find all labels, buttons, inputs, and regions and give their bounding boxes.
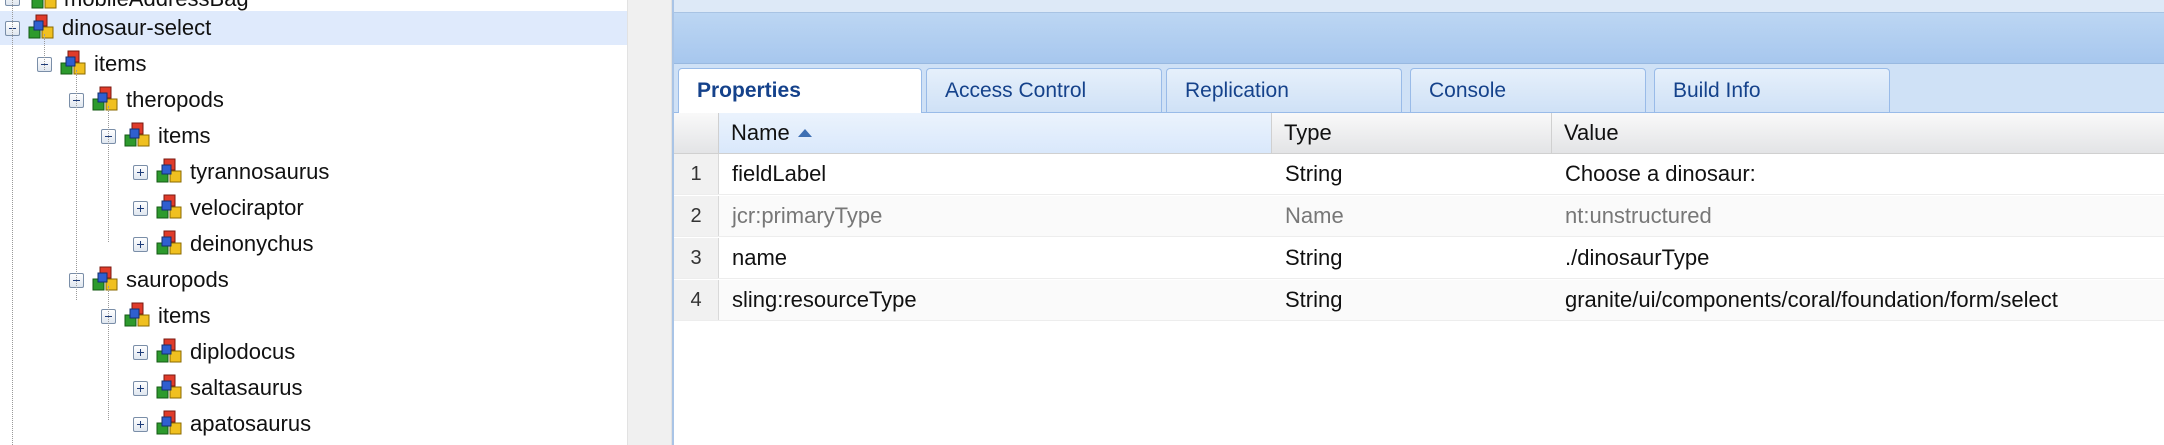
tree-node[interactable]: apatosaurus bbox=[0, 407, 627, 441]
node-cubes-icon bbox=[156, 410, 182, 435]
tree-node-label: sauropods bbox=[126, 267, 229, 292]
node-cubes-icon bbox=[156, 158, 182, 183]
tree-connector bbox=[108, 286, 109, 420]
expand-icon[interactable] bbox=[133, 201, 148, 216]
table-row[interactable]: 4 sling:resourceType String granite/ui/comp… bbox=[674, 280, 2164, 321]
tab-build-info[interactable]: Build Info bbox=[1654, 68, 1890, 112]
row-number: 3 bbox=[674, 238, 719, 278]
tree-node-label: velociraptor bbox=[190, 195, 304, 220]
tab-console[interactable]: Console bbox=[1410, 68, 1646, 112]
expand-icon[interactable] bbox=[133, 237, 148, 252]
tree-node[interactable]: diplodocus bbox=[0, 335, 627, 369]
column-header-value[interactable]: Value bbox=[1552, 113, 2164, 153]
expand-icon[interactable] bbox=[133, 345, 148, 360]
table-row[interactable]: 3 name String ./dinosaurType bbox=[674, 238, 2164, 279]
tree-node-label: deinonychus bbox=[190, 231, 314, 256]
cell-type[interactable]: String bbox=[1285, 280, 1342, 320]
tree-node[interactable]: items bbox=[0, 299, 627, 333]
tree-connector bbox=[108, 106, 109, 242]
tree-node[interactable]: deinonychus bbox=[0, 227, 627, 261]
table-row[interactable]: 1 fieldLabel String Choose a dinosaur: bbox=[674, 154, 2164, 195]
panel-splitter[interactable] bbox=[627, 0, 672, 445]
column-header-label: Value bbox=[1564, 120, 1619, 145]
panel-topbar bbox=[674, 0, 2164, 13]
tree-node-label: apatosaurus bbox=[190, 411, 312, 436]
tree-node[interactable]: items bbox=[0, 47, 627, 81]
cell-type[interactable]: String bbox=[1285, 238, 1342, 278]
cell-type[interactable]: Name bbox=[1285, 196, 1344, 236]
tree-node-label: items bbox=[94, 51, 147, 76]
content-tree[interactable]: mobileAddressBag dinosaur-selectitemsthe… bbox=[0, 0, 627, 445]
tree-node-label: dinosaur-select bbox=[62, 15, 212, 40]
cell-name[interactable]: name bbox=[732, 238, 787, 278]
tab-label: Properties bbox=[697, 79, 801, 102]
tree-node[interactable]: saltasaurus bbox=[0, 371, 627, 405]
tree-node[interactable]: dinosaur-select bbox=[0, 11, 627, 45]
sort-ascending-icon bbox=[797, 129, 812, 137]
row-number: 4 bbox=[674, 280, 719, 320]
tab-access-control[interactable]: Access Control bbox=[926, 68, 1162, 112]
tree-node[interactable]: tyrannosaurus bbox=[0, 155, 627, 189]
tree-node-label: diplodocus bbox=[190, 339, 296, 364]
tab-strip: Properties Access Control Replication Co… bbox=[674, 64, 2164, 113]
column-header-label: Name bbox=[731, 120, 790, 145]
tree-node-label: theropods bbox=[126, 87, 224, 112]
tree-connector bbox=[44, 34, 45, 70]
tree-node[interactable]: theropods bbox=[0, 83, 627, 117]
cell-value[interactable]: nt:unstructured bbox=[1565, 196, 1712, 236]
tab-replication[interactable]: Replication bbox=[1166, 68, 1402, 112]
cell-name[interactable]: fieldLabel bbox=[732, 154, 826, 194]
cell-value[interactable]: Choose a dinosaur: bbox=[1565, 154, 1756, 194]
properties-grid: Name Type Value 1 fieldLabel String Choose … bbox=[674, 113, 2164, 445]
properties-panel: Properties Access Control Replication Co… bbox=[672, 0, 2164, 445]
tab-properties[interactable]: Properties bbox=[678, 68, 922, 113]
node-cubes-icon bbox=[156, 230, 182, 255]
tree-node[interactable]: velociraptor bbox=[0, 191, 627, 225]
tab-label: Access Control bbox=[945, 78, 1087, 102]
grid-header: Name Type Value bbox=[674, 113, 2164, 154]
tab-label: Replication bbox=[1185, 78, 1289, 102]
column-header-label: Type bbox=[1284, 120, 1332, 145]
table-row[interactable]: 2 jcr:primaryType Name nt:unstructured bbox=[674, 196, 2164, 237]
cell-name[interactable]: sling:resourceType bbox=[732, 280, 917, 320]
tree-node-label: saltasaurus bbox=[190, 375, 303, 400]
node-cubes-icon bbox=[124, 122, 150, 147]
row-number: 2 bbox=[674, 196, 719, 236]
tab-label: Build Info bbox=[1673, 78, 1761, 102]
tree-connector bbox=[12, 0, 13, 445]
column-header-type[interactable]: Type bbox=[1272, 113, 1552, 153]
tree-node-label: tyrannosaurus bbox=[190, 159, 330, 184]
tree-node[interactable]: sauropods bbox=[0, 263, 627, 297]
node-cubes-icon bbox=[156, 338, 182, 363]
node-cubes-icon bbox=[156, 374, 182, 399]
tree-node-label: items bbox=[158, 123, 211, 148]
cell-value[interactable]: granite/ui/components/coral/foundation/f… bbox=[1565, 280, 2058, 320]
cell-name[interactable]: jcr:primaryType bbox=[732, 196, 882, 236]
cell-value[interactable]: ./dinosaurType bbox=[1565, 238, 1709, 278]
row-number: 1 bbox=[674, 154, 719, 194]
tree-node-label: items bbox=[158, 303, 211, 328]
node-cubes-icon bbox=[156, 194, 182, 219]
column-header-name[interactable]: Name bbox=[719, 113, 1272, 153]
grid-header-rownum bbox=[674, 113, 719, 153]
panel-header bbox=[674, 13, 2164, 64]
tree-connector bbox=[76, 70, 77, 300]
node-cubes-icon bbox=[124, 302, 150, 327]
expand-icon[interactable] bbox=[133, 381, 148, 396]
tree-node[interactable]: items bbox=[0, 119, 627, 153]
expand-icon[interactable] bbox=[133, 165, 148, 180]
cell-type[interactable]: String bbox=[1285, 154, 1342, 194]
node-cubes-icon bbox=[92, 266, 118, 291]
node-cubes-icon bbox=[60, 50, 86, 75]
tab-label: Console bbox=[1429, 78, 1507, 102]
node-cubes-icon bbox=[92, 86, 118, 111]
expand-icon[interactable] bbox=[133, 417, 148, 432]
node-cubes-icon bbox=[28, 14, 54, 39]
